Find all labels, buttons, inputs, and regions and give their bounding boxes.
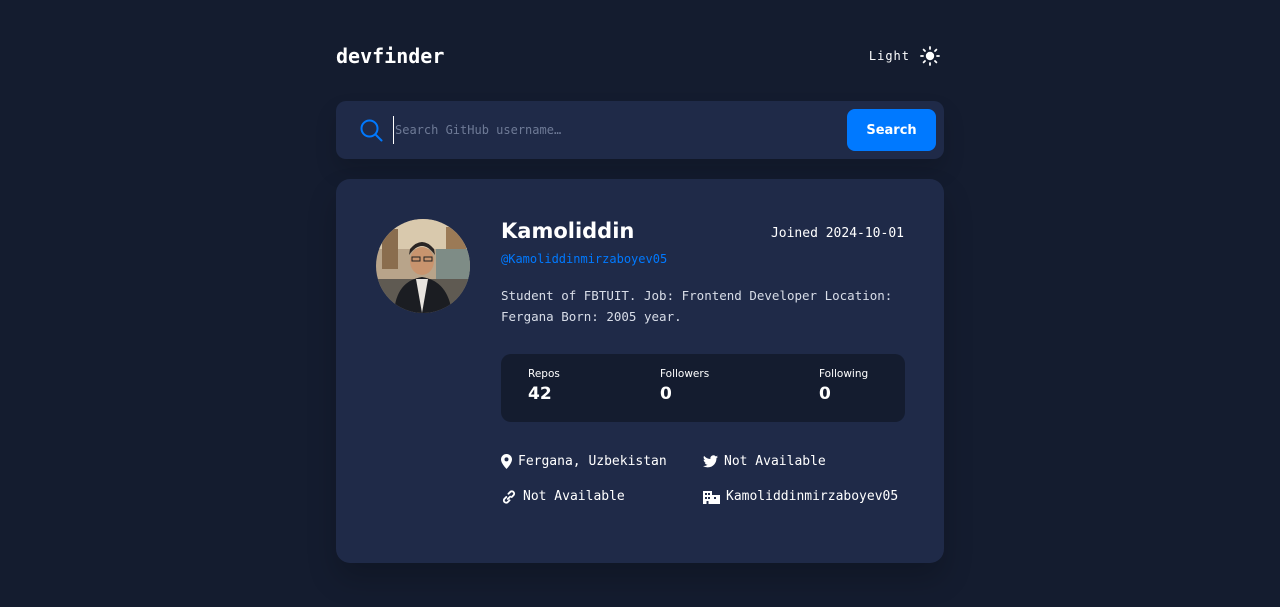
app-logo: devfinder bbox=[336, 44, 445, 68]
company-item: Kamoliddinmirzaboyev05 bbox=[703, 489, 898, 504]
twitter-icon bbox=[703, 455, 718, 468]
twitter-text: Not Available bbox=[724, 454, 826, 469]
link-icon bbox=[502, 489, 516, 504]
stat-followers: Followers 0 bbox=[660, 368, 709, 404]
stats-panel: Repos 42 Followers 0 Following 0 bbox=[501, 354, 905, 422]
stat-repos: Repos 42 bbox=[528, 368, 560, 404]
profile-login-link[interactable]: @Kamoliddinmirzaboyev05 bbox=[501, 252, 667, 266]
location-text: Fergana, Uzbekistan bbox=[518, 454, 667, 469]
twitter-item: Not Available bbox=[703, 454, 826, 469]
company-text: Kamoliddinmirzaboyev05 bbox=[726, 489, 899, 504]
stat-value: 42 bbox=[528, 384, 552, 404]
search-icon bbox=[360, 119, 383, 142]
location-item: Fergana, Uzbekistan bbox=[501, 454, 667, 469]
header: devfinder Light bbox=[336, 44, 944, 72]
joined-date: Joined 2024-10-01 bbox=[770, 226, 904, 241]
theme-label: Light bbox=[868, 49, 910, 63]
stat-value: 0 bbox=[819, 384, 831, 404]
search-bar: Search bbox=[336, 101, 944, 159]
sun-icon bbox=[920, 46, 940, 66]
search-input[interactable] bbox=[393, 116, 835, 144]
theme-toggle[interactable]: Light bbox=[869, 46, 940, 66]
profile-name: Kamoliddin bbox=[501, 219, 635, 243]
blog-item[interactable]: Not Available bbox=[501, 489, 625, 504]
building-icon bbox=[703, 491, 720, 504]
location-pin-icon bbox=[501, 454, 512, 469]
stat-value: 0 bbox=[660, 384, 672, 404]
stat-label: Following bbox=[819, 368, 869, 380]
profile-links: Fergana, Uzbekistan Not Available Not Av… bbox=[501, 454, 909, 514]
stat-following: Following 0 bbox=[819, 368, 868, 404]
profile-card: Kamoliddin Joined 2024-10-01 @Kamoliddin… bbox=[336, 179, 944, 563]
blog-text: Not Available bbox=[523, 489, 625, 504]
search-button[interactable]: Search bbox=[847, 109, 936, 151]
avatar bbox=[376, 219, 470, 313]
stat-label: Followers bbox=[660, 368, 710, 380]
stat-label: Repos bbox=[528, 368, 560, 380]
profile-bio: Student of FBTUIT. Job: Frontend Develop… bbox=[501, 288, 893, 324]
